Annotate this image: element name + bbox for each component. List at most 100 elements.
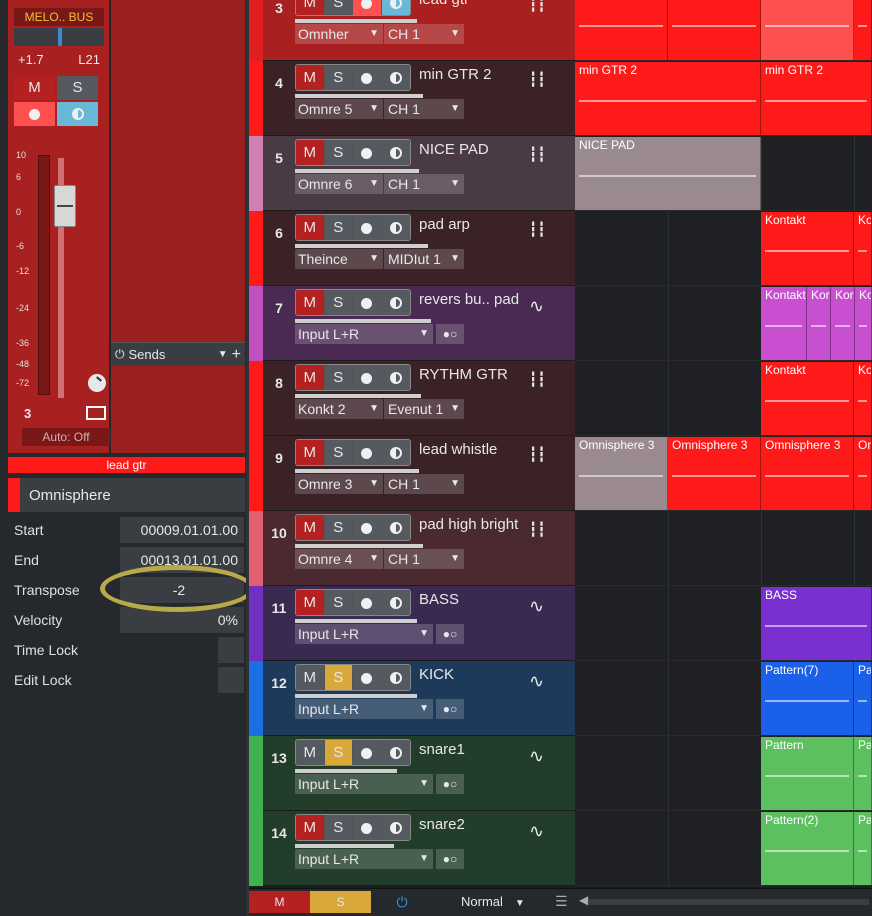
- track-header[interactable]: 5 M S NICE PAD ┇┇ Omnre 6 ▼ CH 1 ▼: [249, 136, 575, 211]
- track-name[interactable]: NICE PAD: [419, 141, 489, 158]
- track-input-select[interactable]: Omnre 3 ▼: [295, 474, 383, 494]
- track-volume-bar[interactable]: [295, 394, 421, 398]
- track-mute-button[interactable]: M: [296, 140, 325, 165]
- track-header[interactable]: 4 M Smin GTR 2 ┇┇ Omnre 5 ▼ CH 1 ▼: [249, 61, 575, 136]
- track-mute-button[interactable]: M: [296, 440, 325, 465]
- track-input-select[interactable]: Input L+R ▼: [295, 699, 433, 719]
- pan-knob[interactable]: [88, 374, 106, 392]
- stereo-icon[interactable]: ●○: [436, 324, 464, 344]
- volume-fader[interactable]: [54, 185, 76, 227]
- track-solo-button[interactable]: S: [324, 665, 353, 690]
- monitor-button[interactable]: [57, 102, 98, 126]
- track-header[interactable]: 6 M Spad arp ┇┇ Theince ▼ MIDIut 1 ▼: [249, 211, 575, 286]
- event-clip[interactable]: [854, 0, 872, 60]
- track-solo-button[interactable]: S: [324, 815, 353, 840]
- track-channel-select[interactable]: CH 1 ▼: [384, 474, 464, 494]
- track-record-button[interactable]: [353, 140, 382, 165]
- track-mute-button[interactable]: M: [296, 590, 325, 615]
- track-input-select[interactable]: Omnher ▼: [295, 24, 383, 44]
- track-record-button[interactable]: [353, 215, 382, 240]
- power-icon[interactable]: ⏻: [389, 891, 415, 913]
- track-header[interactable]: 12 M S KICK ∿ Input L+R ▼ ●○: [249, 661, 575, 736]
- track-monitor-button[interactable]: [381, 740, 410, 765]
- track-input-select[interactable]: Input L+R ▼: [295, 849, 433, 869]
- track-solo-button[interactable]: S: [324, 215, 353, 240]
- event-clip[interactable]: Omnisphere 3: [761, 437, 854, 510]
- track-header[interactable]: 14 M Ssnare2 ∿ Input L+R ▼ ●○: [249, 811, 575, 886]
- track-solo-button[interactable]: S: [324, 440, 353, 465]
- track-color-bar[interactable]: [249, 61, 263, 136]
- list-icon[interactable]: ☰: [555, 893, 568, 910]
- track-volume-bar[interactable]: [295, 544, 423, 548]
- event-clip[interactable]: min GTR 2: [761, 62, 872, 135]
- event-clip[interactable]: Omnisphere 3: [575, 437, 668, 510]
- lock-checkbox[interactable]: [218, 667, 244, 693]
- track-color-bar[interactable]: [249, 436, 263, 511]
- track-name[interactable]: pad high bright: [419, 516, 518, 533]
- track-mute-button[interactable]: M: [296, 815, 325, 840]
- track-volume-bar[interactable]: [295, 19, 417, 23]
- track-channel-select[interactable]: CH 1 ▼: [384, 24, 464, 44]
- track-color-bar[interactable]: [249, 736, 263, 811]
- track-name[interactable]: min GTR 2: [419, 66, 492, 83]
- record-button[interactable]: [14, 102, 55, 126]
- track-header[interactable]: 3MSlead gtr┇┇Omnher▼CH 1▼: [249, 0, 575, 61]
- track-channel-select[interactable]: CH 1 ▼: [384, 174, 464, 194]
- track-monitor-button[interactable]: [381, 290, 410, 315]
- track-name[interactable]: BASS: [419, 591, 459, 608]
- track-volume-bar[interactable]: [295, 469, 419, 473]
- track-volume-bar[interactable]: [295, 319, 431, 323]
- add-send-button[interactable]: +: [232, 346, 241, 364]
- track-mute-button[interactable]: M: [296, 65, 325, 90]
- track-monitor-button[interactable]: [381, 590, 410, 615]
- event-clip[interactable]: Pa: [854, 662, 872, 735]
- stereo-icon[interactable]: ●○: [436, 624, 464, 644]
- event-clip[interactable]: Pattern(2): [761, 812, 854, 885]
- track-name[interactable]: snare1: [419, 741, 465, 758]
- track-solo-button[interactable]: S: [324, 290, 353, 315]
- track-input-select[interactable]: Omnre 6 ▼: [295, 174, 383, 194]
- track-volume-bar[interactable]: [295, 619, 417, 623]
- bus-label[interactable]: MELO.. BUS: [14, 8, 104, 26]
- track-color-bar[interactable]: [249, 211, 263, 286]
- track-input-select[interactable]: Omnre 5 ▼: [295, 99, 383, 119]
- track-solo-button[interactable]: S: [324, 0, 353, 15]
- property-value[interactable]: 00009.01.01.00: [120, 517, 244, 543]
- event-clip[interactable]: Pattern: [761, 737, 854, 810]
- stereo-icon[interactable]: ●○: [436, 699, 464, 719]
- mode-select[interactable]: Normal ▼: [439, 891, 539, 913]
- track-name[interactable]: KICK: [419, 666, 454, 683]
- track-header[interactable]: 13 M Ssnare1 ∿ Input L+R ▼ ●○: [249, 736, 575, 811]
- track-volume-bar[interactable]: [295, 169, 419, 173]
- track-solo-button[interactable]: S: [324, 515, 353, 540]
- track-color-bar[interactable]: [249, 361, 263, 436]
- track-header[interactable]: 8 M S RYTHM GTR ┇┇ Konkt 2 ▼ Evenut 1 ▼: [249, 361, 575, 436]
- event-clip[interactable]: Kontakt: [761, 287, 807, 360]
- track-color-bar[interactable]: [249, 136, 263, 211]
- event-clip[interactable]: Pa: [854, 812, 872, 885]
- global-mute-button[interactable]: M: [249, 891, 310, 913]
- track-mute-button[interactable]: M: [296, 515, 325, 540]
- track-channel-select[interactable]: CH 1 ▼: [384, 549, 464, 569]
- event-clip[interactable]: Pa: [854, 737, 872, 810]
- track-input-select[interactable]: Konkt 2 ▼: [295, 399, 383, 419]
- event-clip[interactable]: [575, 0, 668, 60]
- track-color-bar[interactable]: [249, 0, 263, 61]
- track-mute-button[interactable]: M: [296, 215, 325, 240]
- track-record-button[interactable]: [353, 815, 382, 840]
- event-clip[interactable]: Kontakt: [761, 212, 854, 285]
- stereo-icon[interactable]: ●○: [436, 774, 464, 794]
- event-clip[interactable]: Kor: [831, 287, 855, 360]
- track-monitor-button[interactable]: [381, 515, 410, 540]
- track-name[interactable]: revers bu.. pad: [419, 291, 519, 308]
- track-mute-button[interactable]: M: [296, 740, 325, 765]
- power-icon[interactable]: ⏻: [115, 347, 125, 362]
- track-mute-button[interactable]: M: [296, 290, 325, 315]
- track-name[interactable]: lead whistle: [419, 441, 497, 458]
- event-clip[interactable]: Kor: [855, 287, 872, 360]
- event-clip[interactable]: Pattern(7): [761, 662, 854, 735]
- event-clip[interactable]: Or: [854, 437, 872, 510]
- track-name[interactable]: snare2: [419, 816, 465, 833]
- stereo-icon[interactable]: ●○: [436, 849, 464, 869]
- track-name[interactable]: RYTHM GTR: [419, 366, 508, 383]
